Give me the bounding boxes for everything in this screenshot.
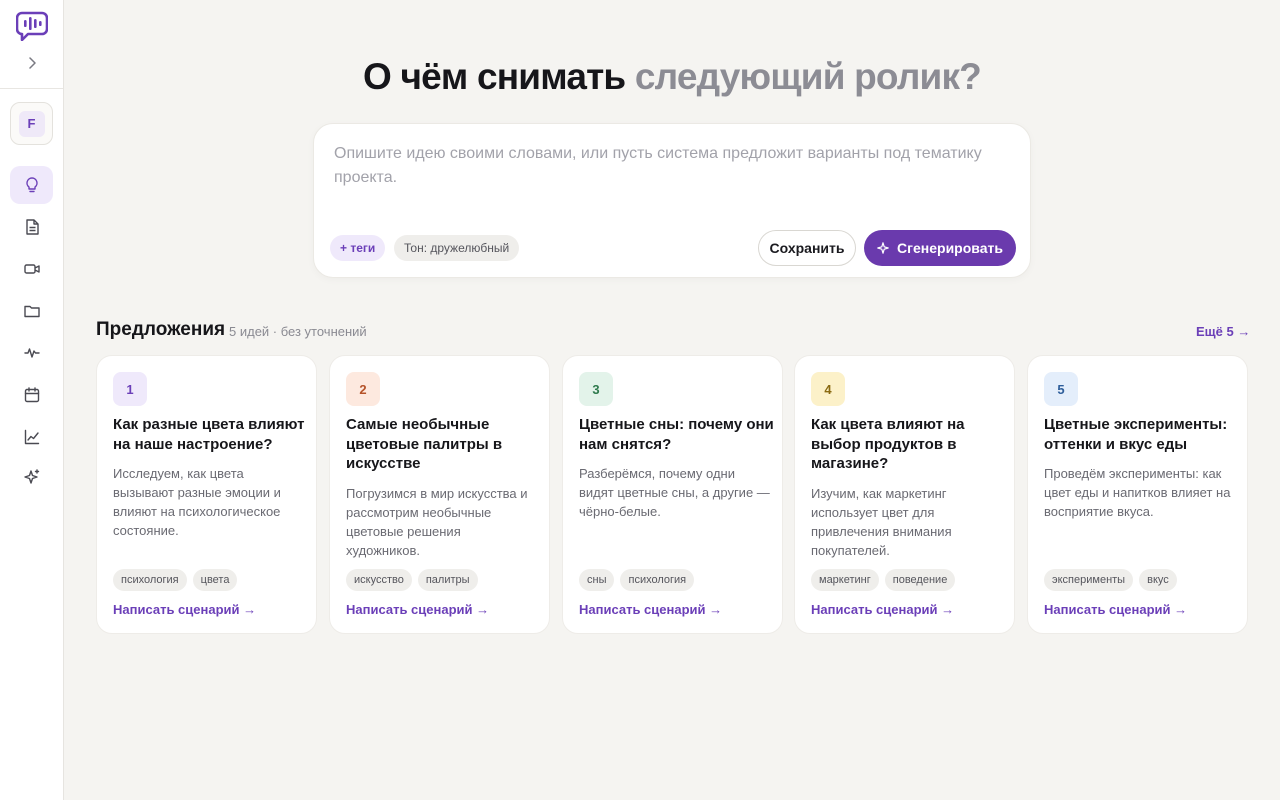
idea-number-badge: 4 <box>811 372 845 406</box>
idea-tags: искусство палитры <box>346 569 478 591</box>
idea-tag: искусство <box>346 569 412 591</box>
document-icon <box>25 219 39 235</box>
suggestions-subtitle: 5 идей · без уточнений <box>229 324 367 339</box>
idea-number-badge: 3 <box>579 372 613 406</box>
idea-description: Разберёмся, почему одни видят цветные сн… <box>579 466 770 519</box>
nav-ai[interactable] <box>10 458 53 496</box>
idea-tags: сны психология <box>579 569 695 591</box>
idea-tag: психология <box>113 569 187 591</box>
idea-input[interactable]: Опишите идею своими словами, или пусть с… <box>334 142 1014 190</box>
idea-tag: цвета <box>192 569 238 591</box>
chat-bubble-waveform-icon[interactable] <box>16 11 48 41</box>
idea-tag: поведение <box>884 569 956 591</box>
page-title-main: О чём снимать <box>363 56 626 97</box>
page-title: О чём снимать следующий ролик? <box>64 56 1280 98</box>
save-button[interactable]: Сохранить <box>758 230 856 266</box>
idea-card[interactable]: 5 Цветные эксперименты: оттенки и вкус е… <box>1027 355 1248 634</box>
nav-ideas[interactable] <box>10 166 53 204</box>
add-tags-chip[interactable]: + теги <box>330 235 386 261</box>
suggestions-title: Предложения <box>96 319 226 340</box>
folder-icon <box>23 305 40 318</box>
idea-number-badge: 5 <box>1044 372 1078 406</box>
idea-description: Исследуем, как цвета вызывают разные эмо… <box>113 466 281 538</box>
workspace-avatar: F <box>18 110 45 137</box>
calendar-icon <box>24 387 39 403</box>
idea-title: Цветные сны: почему они нам снятся? <box>579 416 774 453</box>
tone-chip[interactable]: Тон: дружелюбный <box>394 235 520 261</box>
idea-title: Цветные эксперименты: оттенки и вкус еды <box>1044 416 1228 453</box>
waveform-icon <box>23 348 40 358</box>
idea-card[interactable]: 4 Как цвета влияют на выбор продуктов в … <box>794 355 1015 634</box>
line-chart-icon <box>24 429 39 445</box>
write-script-link[interactable]: Написать сценарий → <box>1044 602 1187 617</box>
idea-card[interactable]: 2 Самые необычные цветовые палитры в иск… <box>329 355 550 634</box>
lightbulb-icon <box>25 177 38 193</box>
idea-tag: маркетинг <box>811 569 879 591</box>
write-script-link[interactable]: Написать сценарий → <box>579 602 722 617</box>
idea-tags: эксперименты вкус <box>1044 569 1177 591</box>
write-script-link[interactable]: Написать сценарий → <box>346 602 489 617</box>
idea-tag: эксперименты <box>1044 569 1134 591</box>
sidebar: F <box>0 0 64 800</box>
idea-number-badge: 1 <box>113 372 147 406</box>
sparkle-icon <box>23 469 39 484</box>
expand-sidebar-button[interactable] <box>20 52 44 74</box>
idea-description: Погрузимся в мир искусства и рассмотрим … <box>346 486 528 558</box>
idea-tags: маркетинг поведение <box>811 569 956 591</box>
idea-title: Как разные цвета влияют на наше настроен… <box>113 416 305 453</box>
page-title-accent: следующий ролик? <box>634 56 982 97</box>
video-camera-icon <box>23 264 40 274</box>
chevron-right-icon <box>29 57 36 69</box>
idea-title: Как цвета влияют на выбор продуктов в ма… <box>811 416 965 472</box>
nav-audio[interactable] <box>10 334 53 372</box>
idea-tag: психология <box>620 569 695 591</box>
idea-description: Изучим, как маркетинг использует цвет дл… <box>811 486 952 558</box>
sparkle-icon <box>877 242 889 254</box>
sidebar-divider <box>0 88 63 89</box>
idea-tag: сны <box>579 569 615 591</box>
idea-tag: палитры <box>417 569 478 591</box>
nav-scripts[interactable] <box>10 208 53 246</box>
idea-tag: вкус <box>1139 569 1177 591</box>
idea-card[interactable]: 3 Цветные сны: почему они нам снятся? Ра… <box>562 355 783 634</box>
workspace-switcher[interactable]: F <box>10 102 53 145</box>
write-script-link[interactable]: Написать сценарий → <box>811 602 954 617</box>
idea-prompt-card: Опишите идею своими словами, или пусть с… <box>313 123 1031 278</box>
generate-button[interactable]: Сгенерировать <box>864 230 1016 266</box>
nav-analytics[interactable] <box>10 418 53 456</box>
idea-card[interactable]: 1 Как разные цвета влияют на наше настро… <box>96 355 317 634</box>
idea-description: Проведём эксперименты: как цвет еды и на… <box>1044 466 1231 519</box>
write-script-link[interactable]: Написать сценарий → <box>113 602 256 617</box>
more-ideas-link[interactable]: Ещё 5 → <box>1196 324 1250 339</box>
idea-title: Самые необычные цветовые палитры в искус… <box>346 416 503 472</box>
nav-videos[interactable] <box>10 250 53 288</box>
generate-button-label: Сгенерировать <box>897 240 1003 256</box>
nav-projects[interactable] <box>10 292 53 330</box>
nav-calendar[interactable] <box>10 376 53 414</box>
idea-number-badge: 2 <box>346 372 380 406</box>
idea-tags: психология цвета <box>113 569 238 591</box>
